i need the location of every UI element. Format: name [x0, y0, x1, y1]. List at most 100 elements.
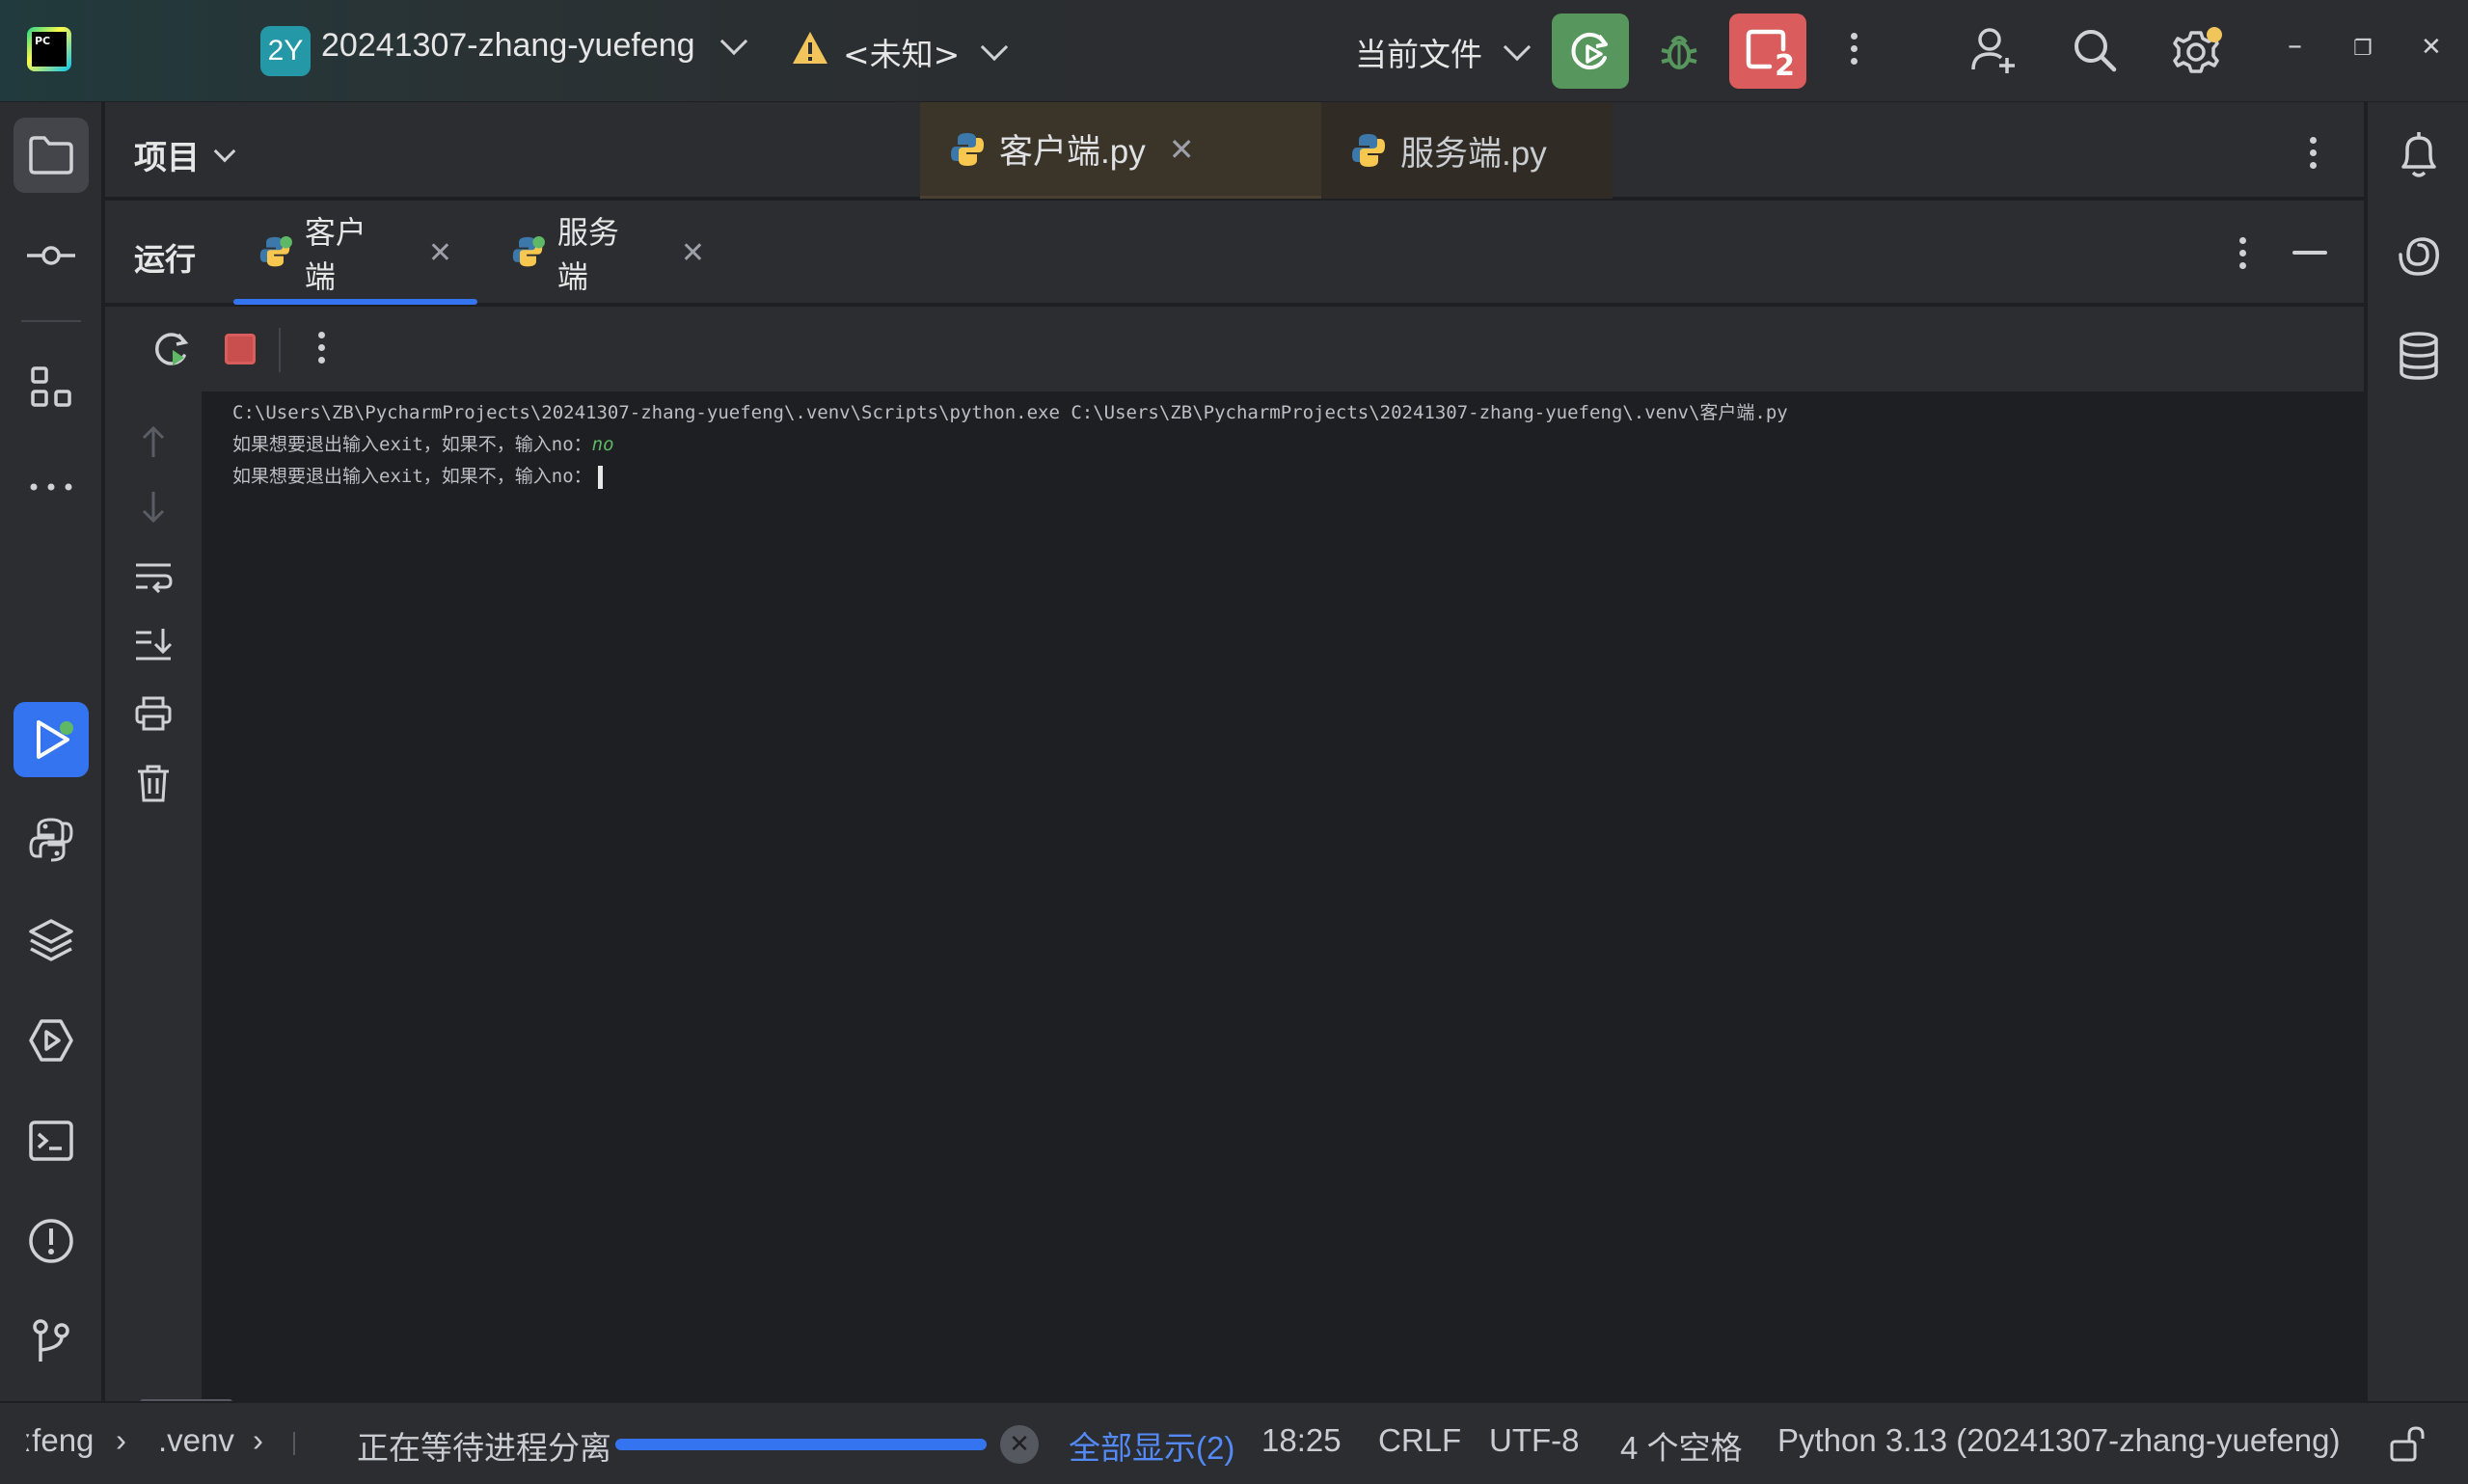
add-user-icon[interactable] [1970, 25, 2019, 75]
main-menu-icon[interactable] [154, 27, 203, 71]
soft-wrap-icon [136, 563, 173, 593]
project-panel-title[interactable]: 项目 [134, 131, 236, 178]
scroll-up-button[interactable] [130, 418, 176, 465]
rerun-console-button[interactable] [149, 326, 195, 372]
database-button[interactable] [2385, 322, 2453, 390]
console-prompt-text: 如果想要退出输入exit，如果不，输入no： [232, 434, 592, 455]
folder-icon [29, 136, 73, 175]
run-toolbar [105, 307, 2364, 391]
caret-position[interactable]: 18:25 [1261, 1422, 1342, 1459]
debug-button[interactable] [1649, 21, 1709, 81]
soft-wrap-button[interactable] [130, 553, 176, 600]
python-packages-button[interactable] [14, 903, 89, 978]
stop-console-button[interactable] [217, 326, 263, 372]
close-tab-icon[interactable]: ✕ [1169, 131, 1195, 168]
run-tab-label: 客户端 [304, 214, 366, 295]
ai-assistant-button[interactable] [2385, 222, 2453, 289]
line-separator[interactable]: CRLF [1378, 1422, 1461, 1459]
run-panel-more-icon[interactable] [2239, 237, 2246, 269]
scroll-to-end-icon [136, 629, 173, 661]
divider [279, 328, 281, 372]
printer-icon [135, 696, 172, 731]
divider [293, 1432, 295, 1455]
console-more-icon[interactable] [298, 332, 344, 364]
problems-icon [29, 1219, 73, 1263]
project-name: 20241307-zhang-yuefeng [321, 27, 695, 64]
run-config-label: <未知> [843, 36, 961, 73]
terminal-button[interactable] [14, 1103, 89, 1178]
run-tab-server[interactable]: 服务端 ✕ [486, 201, 730, 305]
file-encoding[interactable]: UTF-8 [1489, 1422, 1580, 1459]
run-tab-client[interactable]: 客户端 ✕ [233, 201, 477, 305]
run-config-selector[interactable]: <未知> [843, 29, 1009, 75]
commit-icon [27, 246, 75, 265]
structure-icon [31, 366, 71, 407]
git-branch-icon [33, 1319, 69, 1362]
more-actions-icon[interactable] [1851, 33, 1858, 65]
pycharm-logo-icon[interactable]: PC [27, 27, 71, 71]
settings-gear-icon[interactable] [2172, 25, 2224, 75]
services-icon [29, 1019, 73, 1062]
console-command-line: C:\Users\ZB\PycharmProjects\20241307-zha… [232, 402, 1788, 423]
rerun-icon [1571, 33, 1608, 69]
structure-tool-button[interactable] [14, 349, 89, 424]
python-run-icon [259, 235, 292, 267]
show-all-tasks-link[interactable]: 全部显示(2) [1069, 1422, 1234, 1469]
minimize-button[interactable]: – [2288, 29, 2302, 63]
rerun-button[interactable] [1552, 13, 1629, 89]
bug-icon [1661, 36, 1697, 69]
project-panel-label: 项目 [134, 139, 200, 177]
chevron-down-icon [1503, 33, 1532, 62]
left-tool-window-bar [0, 102, 103, 1401]
editor-tab-server[interactable]: 服务端.py [1321, 102, 1613, 199]
print-button[interactable] [130, 690, 176, 737]
editor-tab-label: 客户端.py [999, 133, 1146, 171]
project-selector[interactable]: 20241307-zhang-yuefeng [321, 27, 747, 65]
editor-more-icon[interactable] [2310, 137, 2317, 169]
stop-button[interactable]: 2 [1729, 13, 1806, 89]
python-run-icon [512, 235, 545, 267]
console-gutter [105, 391, 202, 1401]
console-output[interactable]: C:\Users\ZB\PycharmProjects\20241307-zha… [202, 391, 2364, 1401]
more-horizontal-icon [30, 483, 72, 491]
hide-panel-button[interactable] [2292, 251, 2327, 255]
git-button[interactable] [14, 1304, 89, 1379]
project-tool-button[interactable] [14, 118, 89, 193]
breadcrumb-project[interactable]: ːfeng [23, 1422, 94, 1459]
indent-setting[interactable]: 4 个空格 [1620, 1422, 1743, 1469]
close-window-button[interactable]: ✕ [2421, 33, 2442, 62]
cancel-process-icon[interactable]: ✕ [1000, 1425, 1039, 1464]
close-run-tab-icon[interactable]: ✕ [681, 236, 705, 270]
python-interpreter[interactable]: Python 3.13 (20241307-zhang-yuefeng) [1777, 1422, 2340, 1459]
more-tools-button[interactable] [14, 449, 89, 525]
stop-count-badge: 2 [1775, 49, 1795, 83]
restore-button[interactable]: ❐ [2353, 37, 2373, 61]
trash-icon [138, 765, 169, 802]
project-header: 项目 客户端.py ✕ 服务端.py [105, 102, 2364, 199]
services-button[interactable] [14, 1003, 89, 1078]
python-console-button[interactable] [14, 802, 89, 877]
commit-tool-button[interactable] [14, 218, 89, 293]
python-file-icon [1352, 134, 1385, 167]
editor-tab-client[interactable]: 客户端.py ✕ [920, 102, 1321, 199]
chevron-down-icon [719, 27, 747, 55]
rerun-icon [155, 333, 189, 365]
console-user-input: no [591, 434, 614, 455]
run-tool-button[interactable] [14, 702, 89, 777]
terminal-icon [29, 1120, 73, 1161]
python-file-icon [951, 132, 984, 166]
scroll-to-end-button[interactable] [130, 621, 176, 667]
project-badge[interactable]: 2Y [260, 26, 311, 76]
clear-console-button[interactable] [130, 760, 176, 806]
scroll-down-button[interactable] [130, 484, 176, 530]
notifications-button[interactable] [2385, 121, 2453, 189]
problems-button[interactable] [14, 1203, 89, 1279]
status-bar: ːfeng › .venv › 正在等待进程分离 ✕ 全部显示(2) 18:25… [0, 1401, 2468, 1484]
breadcrumb-venv[interactable]: .venv [158, 1422, 234, 1459]
console-prompt-text: 如果想要退出输入exit，如果不，输入no： [232, 466, 592, 487]
current-file-selector[interactable]: 当前文件 [1355, 29, 1532, 75]
search-icon[interactable] [2072, 27, 2118, 73]
lock-open-icon[interactable] [2388, 1424, 2427, 1463]
breadcrumb-separator-icon: › [116, 1422, 126, 1458]
close-run-tab-icon[interactable]: ✕ [428, 236, 452, 270]
